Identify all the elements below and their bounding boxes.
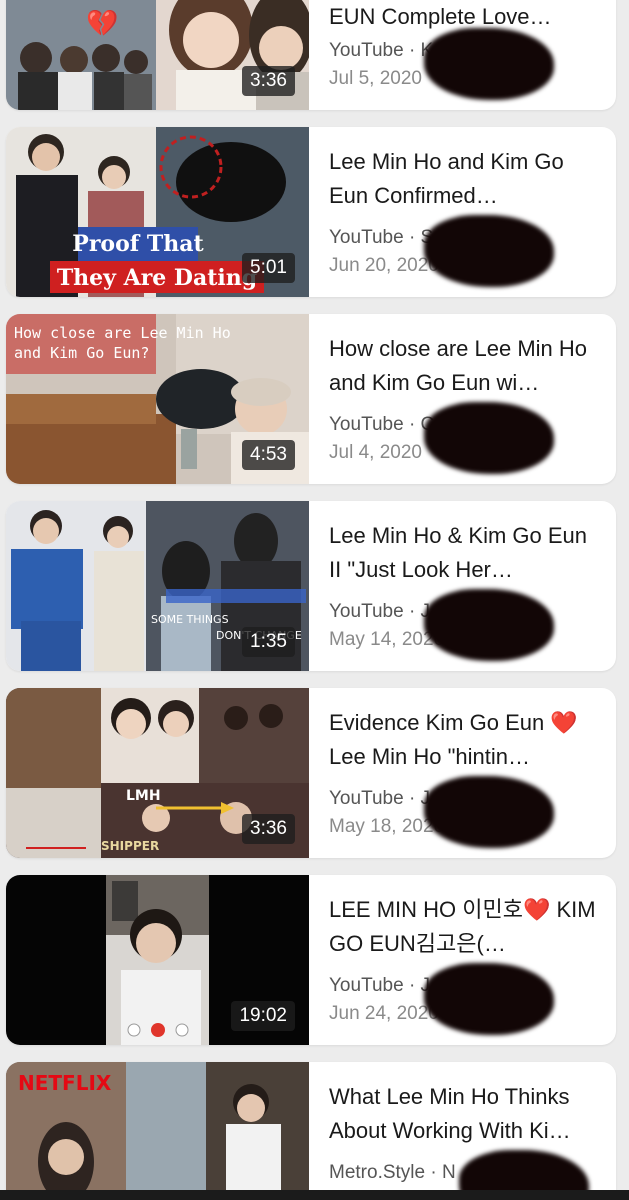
video-info: Evidence Kim Go Eun ❤️ Lee Min Ho "hinti… [329, 688, 609, 858]
heart-icon: ❤️ [550, 710, 578, 735]
video-source: YouTube · S [329, 227, 434, 248]
video-source: YouTube · J [329, 975, 431, 996]
search-results-feed: 💔 3:36 EUN Complete Love… YouTube · K Ju… [0, 0, 629, 1200]
video-title[interactable]: Evidence Kim Go Eun ❤️ Lee Min Ho "hinti… [329, 706, 604, 774]
video-info: How close are Lee Min Ho and Kim Go Eun … [329, 314, 609, 484]
video-date: Jul 4, 2020 [329, 442, 422, 463]
thumbnail-caption: and Kim Go Eun? [14, 344, 149, 362]
redaction-mark [424, 776, 554, 848]
thumbnail-caption: How close are Lee Min Ho [14, 324, 231, 342]
video-info: Lee Min Ho and Kim Go Eun Confirmed… You… [329, 127, 609, 297]
video-thumbnail[interactable]: Proof That They Are Dating 5:01 [6, 127, 309, 297]
video-thumbnail[interactable]: 19:02 [6, 875, 309, 1045]
video-title[interactable]: How close are Lee Min Ho and Kim Go Eun … [329, 332, 604, 400]
video-title[interactable]: LEE MIN HO 이민호❤️ KIM GO EUN김고은(… [329, 893, 604, 961]
video-info: LEE MIN HO 이민호❤️ KIM GO EUN김고은(… YouTube… [329, 875, 609, 1045]
thumbnail-caption: SHIPPER [101, 839, 159, 853]
title-text: LEE MIN HO 이민호 [329, 897, 523, 922]
video-info: Lee Min Ho & Kim Go Eun II "Just Look He… [329, 501, 609, 671]
video-info: EUN Complete Love… YouTube · K Jul 5, 20… [329, 0, 609, 110]
redaction-mark [424, 589, 554, 661]
thumbnail-image: NETFLIX [6, 1062, 309, 1200]
netflix-logo: NETFLIX [18, 1071, 112, 1095]
redaction-mark [424, 402, 554, 474]
video-info: What Lee Min Ho Thinks About Working Wit… [329, 1062, 609, 1200]
redaction-mark [424, 963, 554, 1035]
video-date: Jul 5, 2020 [329, 68, 422, 89]
svg-text:💔: 💔 [86, 9, 119, 39]
video-thumbnail[interactable]: LMH SHIPPER 3:36 [6, 688, 309, 858]
thumbnail-caption: They Are Dating [57, 265, 257, 291]
video-duration: 5:01 [242, 253, 295, 283]
video-title[interactable]: Lee Min Ho & Kim Go Eun II "Just Look He… [329, 519, 604, 587]
title-text: Lee Min Ho "hintin… [329, 744, 531, 769]
video-result-card[interactable]: LMH SHIPPER 3:36 Evidence Kim Go Eun ❤️ … [6, 688, 616, 858]
title-text: Evidence Kim Go Eun [329, 710, 551, 735]
thumbnail-caption: Proof That [72, 231, 204, 257]
video-duration: 4:53 [242, 440, 295, 470]
video-result-card[interactable]: NETFLIX What Lee Min Ho Thinks About Wor… [6, 1062, 616, 1200]
video-duration: 19:02 [231, 1001, 295, 1031]
video-thumbnail[interactable]: SOME THINGS DON'T CHANGE 1:35 [6, 501, 309, 671]
video-title[interactable]: Lee Min Ho and Kim Go Eun Confirmed… [329, 145, 604, 213]
video-source: YouTube · C [329, 414, 435, 435]
redaction-mark [424, 215, 554, 287]
video-thumbnail[interactable]: 💔 3:36 [6, 0, 309, 110]
video-duration: 1:35 [242, 627, 295, 657]
video-date: Jun 20, 2020 [329, 255, 439, 276]
video-thumbnail[interactable]: NETFLIX [6, 1062, 309, 1200]
redaction-mark [424, 28, 554, 100]
video-source: YouTube · J [329, 788, 431, 809]
bottom-bar [0, 1190, 629, 1200]
video-result-card[interactable]: 💔 3:36 EUN Complete Love… YouTube · K Ju… [6, 0, 616, 110]
video-source: YouTube · K [329, 40, 434, 61]
thumbnail-caption: SOME THINGS [151, 613, 229, 626]
video-duration: 3:36 [242, 66, 295, 96]
video-thumbnail[interactable]: How close are Lee Min Ho and Kim Go Eun?… [6, 314, 309, 484]
video-result-card[interactable]: 19:02 LEE MIN HO 이민호❤️ KIM GO EUN김고은(… Y… [6, 875, 616, 1045]
video-duration: 3:36 [242, 814, 295, 844]
video-date: Jun 24, 2020 [329, 1003, 439, 1024]
video-result-card[interactable]: How close are Lee Min Ho and Kim Go Eun?… [6, 314, 616, 484]
heart-icon: ❤️ [522, 897, 551, 922]
video-source: Metro.Style · N [329, 1162, 456, 1183]
thumbnail-caption: LMH [126, 788, 161, 804]
video-result-card[interactable]: Proof That They Are Dating 5:01 Lee Min … [6, 127, 616, 297]
video-title[interactable]: What Lee Min Ho Thinks About Working Wit… [329, 1080, 604, 1148]
video-source: YouTube · J [329, 601, 431, 622]
video-result-card[interactable]: SOME THINGS DON'T CHANGE 1:35 Lee Min Ho… [6, 501, 616, 671]
